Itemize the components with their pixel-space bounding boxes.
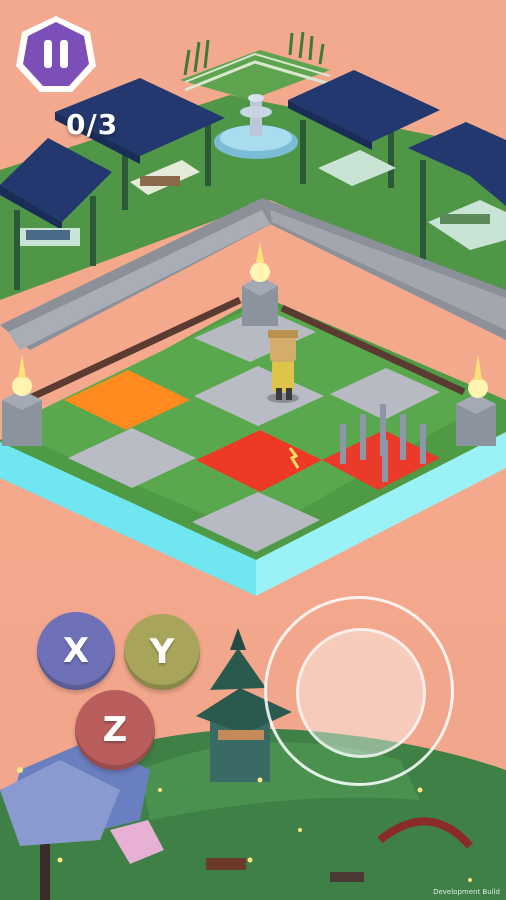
score-counter: 0/3 [66,108,119,141]
back-garden [180,31,331,100]
development-build-label: Development Build [433,888,500,896]
gate [330,872,364,882]
pause-button[interactable] [14,14,98,94]
brazier-back [242,242,278,326]
brazier-left [2,354,42,446]
joystick-knob[interactable] [296,628,426,758]
y-button[interactable]: Y [124,614,200,690]
z-button[interactable]: Z [75,690,155,770]
bench [206,858,246,870]
x-button[interactable]: X [37,612,115,690]
